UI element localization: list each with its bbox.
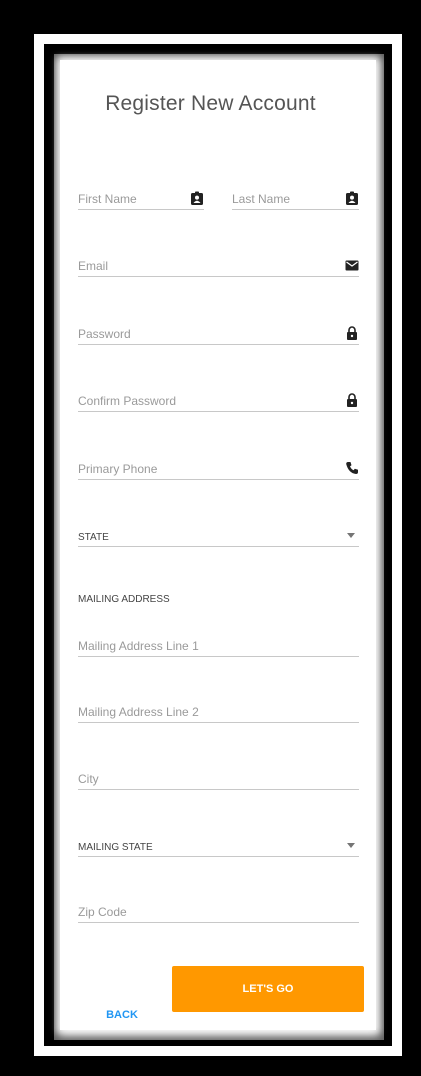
email-field[interactable]: Email xyxy=(78,258,359,277)
mailing-address-line1-field[interactable]: Mailing Address Line 1 xyxy=(78,638,359,657)
back-button[interactable]: BACK xyxy=(96,1002,148,1028)
last-name-placeholder: Last Name xyxy=(232,192,291,206)
first-name-field[interactable]: First Name xyxy=(78,191,204,210)
zip-code-field[interactable]: Zip Code xyxy=(78,904,359,923)
page-title: Register New Account xyxy=(105,92,316,115)
first-name-placeholder: First Name xyxy=(78,192,137,206)
last-name-field[interactable]: Last Name xyxy=(232,191,359,210)
mailing-state-select[interactable]: MAILING STATE xyxy=(78,838,359,857)
mailing-state-select-value: MAILING STATE xyxy=(78,842,153,853)
lock-icon xyxy=(345,326,359,340)
password-placeholder: Password xyxy=(78,327,131,341)
password-field[interactable]: Password xyxy=(78,326,359,345)
phone-icon xyxy=(345,461,359,475)
lets-go-button[interactable]: LET'S GO xyxy=(172,966,364,1012)
mailing-address-heading: MAILING ADDRESS xyxy=(78,594,170,605)
primary-phone-placeholder: Primary Phone xyxy=(78,462,158,476)
state-select-value: STATE xyxy=(78,532,109,543)
state-select[interactable]: STATE xyxy=(78,528,359,547)
zip-code-placeholder: Zip Code xyxy=(78,905,127,919)
confirm-password-placeholder: Confirm Password xyxy=(78,394,177,408)
contact-card-icon xyxy=(345,191,359,205)
lock-icon xyxy=(345,393,359,407)
contact-card-icon xyxy=(190,191,204,205)
mailing-address-line2-field[interactable]: Mailing Address Line 2 xyxy=(78,704,359,723)
chevron-down-icon xyxy=(347,843,355,848)
confirm-password-field[interactable]: Confirm Password xyxy=(78,393,359,412)
mailing-address-line2-placeholder: Mailing Address Line 2 xyxy=(78,705,199,719)
primary-phone-field[interactable]: Primary Phone xyxy=(78,461,359,480)
chevron-down-icon xyxy=(347,533,355,538)
email-placeholder: Email xyxy=(78,259,109,273)
city-field[interactable]: City xyxy=(78,771,359,790)
envelope-icon xyxy=(345,258,359,272)
mailing-address-line1-placeholder: Mailing Address Line 1 xyxy=(78,639,199,653)
city-placeholder: City xyxy=(78,772,99,786)
